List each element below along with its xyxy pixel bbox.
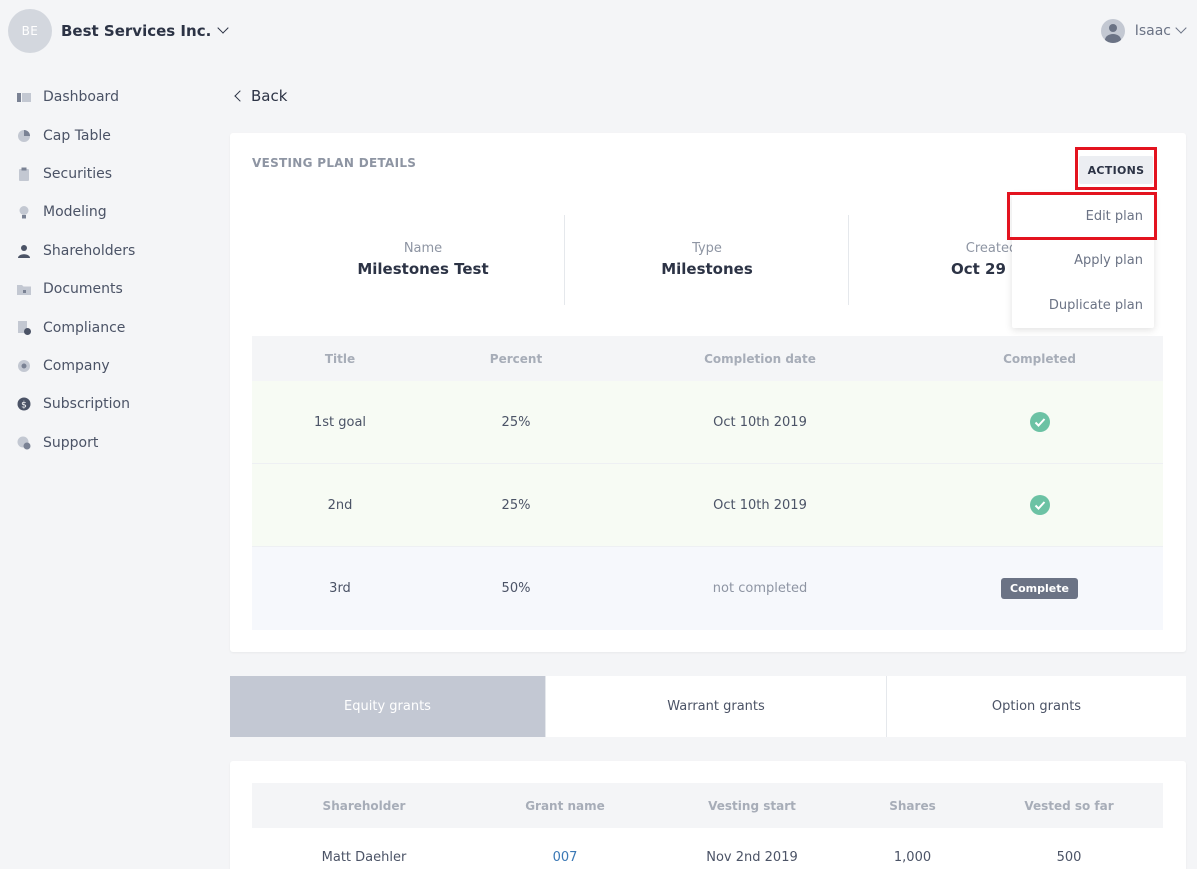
milestone-title: 3rd [329,581,351,596]
sidebar-item-label: Cap Table [43,127,111,144]
complete-button[interactable]: Complete [1001,578,1078,599]
user-menu[interactable]: Isaac [1100,19,1187,43]
svg-text:$: $ [21,401,27,411]
chevron-left-icon [234,90,246,102]
company-avatar: BE [8,9,52,53]
sidebar-item-subscription[interactable]: $ Subscription [17,385,207,423]
sidebar-item-dashboard[interactable]: Dashboard [17,78,207,116]
plan-name-value: Milestones Test [357,260,489,278]
user-name: Isaac [1134,23,1171,39]
column-header: Vested so far [1024,798,1114,813]
table-row: Matt Daehler 007 Nov 2nd 2019 1,000 500 [252,828,1163,869]
dollar-icon: $ [17,397,31,411]
sidebar-item-label: Shareholders [43,242,136,259]
column-header: Shares [889,798,936,813]
highlight-box [1007,192,1157,240]
vesting-start-cell: Nov 2nd 2019 [706,849,798,865]
sidebar-item-label: Company [43,357,110,374]
column-header: Percent [489,351,543,366]
milestone-percent: 25% [501,414,531,430]
plan-type-value: Milestones [661,260,753,278]
milestone-title: 2nd [327,497,353,513]
vested-cell: 500 [1056,849,1082,865]
sidebar-item-support[interactable]: Support [17,424,207,462]
milestone-percent: 25% [501,497,531,513]
field-label: Type [692,241,722,256]
table-header: Shareholder Grant name Vesting start Sha… [252,783,1163,828]
tab-equity-grants[interactable]: Equity grants [230,676,546,737]
milestone-date: not completed [712,581,808,596]
column-header: Vesting start [708,798,796,813]
pie-chart-icon [17,129,31,143]
lightbulb-icon [17,205,31,219]
grants-table: Shareholder Grant name Vesting start Sha… [252,783,1163,869]
table-row: 1st goal 25% Oct 10th 2019 [252,381,1163,464]
document-check-icon [17,320,31,335]
tab-option-grants[interactable]: Option grants [887,676,1186,737]
company-switcher[interactable]: BE Best Services Inc. [8,9,229,53]
sidebar-item-modeling[interactable]: Modeling [17,193,207,231]
grants-card: Shareholder Grant name Vesting start Sha… [230,761,1186,869]
sidebar-item-securities[interactable]: Securities [17,155,207,193]
sidebar-item-shareholders[interactable]: Shareholders [17,232,207,270]
grants-tabs: Equity grants Warrant grants Option gran… [230,676,1186,737]
sidebar-item-label: Support [43,434,99,451]
column-header: Completion date [704,351,816,366]
milestone-percent: 50% [501,581,531,596]
company-name: Best Services Inc. [61,22,212,40]
sidebar-item-label: Dashboard [43,89,119,106]
user-avatar-icon [1100,19,1125,43]
shares-cell: 1,000 [893,849,932,865]
duplicate-plan-option[interactable]: Duplicate plan [1012,283,1154,328]
apply-plan-option[interactable]: Apply plan [1012,238,1154,283]
highlight-box [1075,147,1157,190]
folder-lock-icon [17,282,31,296]
sidebar-item-label: Modeling [43,204,107,221]
milestone-date: Oct 10th 2019 [713,414,807,430]
column-header: Title [324,351,356,366]
column-header: Grant name [525,798,605,813]
sidebar-item-compliance[interactable]: Compliance [17,308,207,346]
milestone-completed: Complete [916,578,1163,599]
plan-name-field: Name Milestones Test [282,215,565,305]
check-circle-icon [1029,495,1050,515]
chevron-down-icon [217,22,229,34]
sidebar-item-label: Compliance [43,319,126,336]
plan-type-field: Type Milestones [566,215,849,305]
sidebar-item-documents[interactable]: Documents [17,270,207,308]
sidebar-item-company[interactable]: Company [17,347,207,385]
milestone-completed [916,412,1163,432]
person-icon [17,244,31,258]
milestone-completed [916,495,1163,515]
milestones-table: Title Percent Completion date Completed … [252,336,1163,630]
section-title: VESTING PLAN DETAILS [252,156,417,170]
column-header: Completed [1003,351,1076,366]
clipboard-icon [17,167,31,181]
milestone-title: 1st goal [313,414,367,430]
sidebar-item-label: Securities [43,165,113,182]
back-link[interactable]: Back [234,87,288,105]
chevron-down-icon [1175,22,1187,34]
table-row: 3rd 50% not completed Complete [252,547,1163,630]
table-header: Title Percent Completion date Completed [252,336,1163,381]
sidebar-item-cap-table[interactable]: Cap Table [17,116,207,154]
sidebar-item-label: Subscription [43,396,130,413]
grant-name-link[interactable]: 007 [476,850,654,865]
back-label: Back [251,87,288,105]
column-header: Shareholder [322,798,406,813]
gear-icon [17,359,31,373]
field-label: Name [403,241,443,256]
sidebar-nav: Dashboard Cap Table Securities Modeling … [17,78,207,462]
check-circle-icon [1029,412,1050,432]
sidebar-item-label: Documents [43,281,123,298]
shareholder-cell: Matt Daehler [321,849,407,865]
dashboard-icon [17,90,31,104]
help-icon [17,436,31,450]
tab-warrant-grants[interactable]: Warrant grants [546,676,887,737]
table-row: 2nd 25% Oct 10th 2019 [252,464,1163,547]
milestone-date: Oct 10th 2019 [713,497,807,513]
